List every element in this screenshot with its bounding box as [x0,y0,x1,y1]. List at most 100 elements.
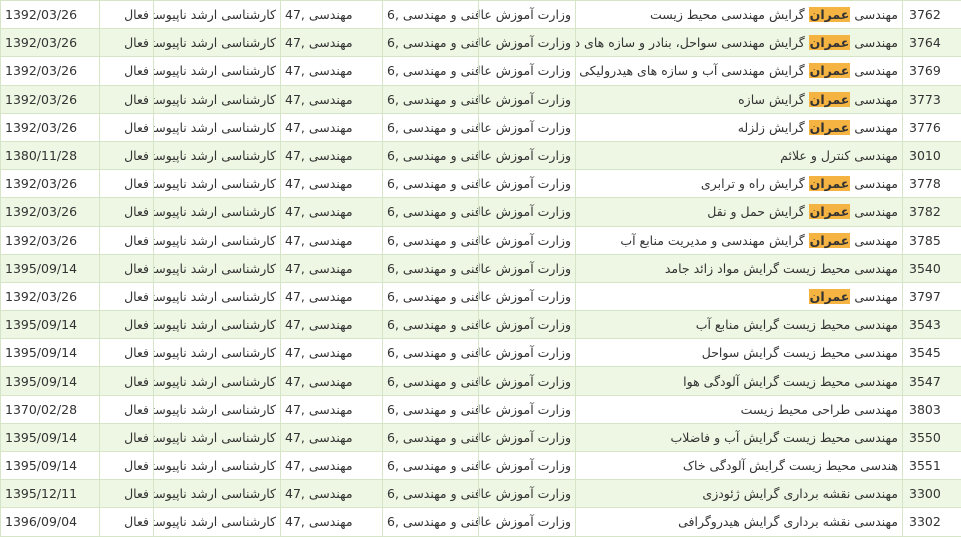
table-row[interactable]: 1392/03/26فعالکارشناسی ارشد ناپیوسته عمر… [1,170,961,198]
major-code-cell: 3010 [903,141,961,169]
major-name-cell: مهندسی کنترل و علائم [576,141,903,169]
table-row[interactable]: 1395/09/14فعالکارشناسی ارشد ناپیوسته عمر… [1,339,961,367]
status-cell: فعال [100,226,154,254]
table-row[interactable]: 1396/09/04فعالکارشناسی ارشد ناپیوسته عمر… [1,508,961,536]
highlight-word: عمران [809,204,851,219]
degree-cell: کارشناسی ارشد ناپیوسته عمران [154,452,281,480]
table-row[interactable]: 1380/11/28فعالکارشناسی ارشد ناپیوسته عمر… [1,141,961,169]
degree-text: کارشناسی ارشد ناپیوسته [154,92,277,107]
table-row[interactable]: 1392/03/26فعالکارشناسی ارشد ناپیوسته عمر… [1,1,961,29]
approval-date-cell: 1370/02/28 [1,395,100,423]
status-cell: فعال [100,311,154,339]
table-row[interactable]: 1370/02/28فعالکارشناسی ارشد ناپیوسته عمر… [1,395,961,423]
approval-date-cell: 1392/03/26 [1,1,100,29]
table-row[interactable]: 1392/03/26فعالکارشناسی ارشد ناپیوسته عمر… [1,85,961,113]
major-name-cell: مهندسی محیط زیست گرایش آب و فاضلاب [576,423,903,451]
degree-cell: کارشناسی ارشد ناپیوسته عمران [154,480,281,508]
status-cell: فعال [100,1,154,29]
ministry-cell: وزارت آموزش عالی [479,452,576,480]
degree-text: کارشناسی ارشد ناپیوسته [154,176,277,191]
major-name-cell: مهندسی عمران گرایش سازه [576,85,903,113]
approval-date-cell: 1395/09/14 [1,311,100,339]
major-name-cell: مهندسی عمران گرایش زلزله [576,113,903,141]
ministry-cell: وزارت آموزش عالی [479,113,576,141]
table-row[interactable]: 1395/09/14فعالکارشناسی ارشد ناپیوسته عمر… [1,423,961,451]
field-cell: 6, فنی و مهندسی [383,339,479,367]
field-cell: 6, فنی و مهندسی [383,141,479,169]
major-name-suffix: گرایش سازه [738,92,805,107]
status-cell: فعال [100,29,154,57]
major-name-text: مهندسی [854,176,898,191]
table-row[interactable]: 1395/09/14فعالکارشناسی ارشد ناپیوسته عمر… [1,311,961,339]
status-cell: فعال [100,339,154,367]
major-code-cell: 3300 [903,480,961,508]
table-row[interactable]: 1392/03/26فعالکارشناسی ارشد ناپیوسته عمر… [1,226,961,254]
field-cell: 6, فنی و مهندسی [383,85,479,113]
degree-cell: کارشناسی ارشد ناپیوسته عمران [154,226,281,254]
degree-text: کارشناسی ارشد ناپیوسته [154,458,277,473]
field-cell: 6, فنی و مهندسی [383,423,479,451]
group-cell: 47, مهندسی [281,113,383,141]
approval-date-cell: 1392/03/26 [1,85,100,113]
major-code-cell: 3762 [903,1,961,29]
table-row[interactable]: 1395/12/11فعالکارشناسی ارشد ناپیوسته عمر… [1,480,961,508]
status-cell: فعال [100,395,154,423]
major-name-cell: مهندسی محیط زیست گرایش مواد زائد جامد [576,254,903,282]
ministry-cell: وزارت آموزش عالی [479,367,576,395]
ministry-cell: وزارت آموزش عالی [479,254,576,282]
degree-cell: کارشناسی ارشد ناپیوسته عمران [154,113,281,141]
major-code-cell: 3550 [903,423,961,451]
ministry-cell: وزارت آموزش عالی [479,85,576,113]
ministry-cell: وزارت آموزش عالی [479,311,576,339]
degree-cell: کارشناسی ارشد ناپیوسته عمران [154,423,281,451]
table-row[interactable]: 1395/09/14فعالکارشناسی ارشد ناپیوسته عمر… [1,452,961,480]
major-name-text: مهندسی نقشه برداری گرایش ژئودزی [702,486,898,501]
highlight-word: عمران [809,233,851,248]
major-name-cell: مهندسی محیط زیست گرایش سواحل [576,339,903,367]
degree-text: کارشناسی ارشد ناپیوسته [154,430,277,445]
status-cell: فعال [100,57,154,85]
major-name-suffix: گرایش راه و ترابری [701,176,805,191]
table-row[interactable]: 1395/09/14فعالکارشناسی ارشد ناپیوسته عمر… [1,254,961,282]
major-name-cell: مهندسی عمران گرایش حمل و نقل [576,198,903,226]
major-name-cell: مهندسی عمران گرایش مهندسی سواحل، بنادر و… [576,29,903,57]
major-name-suffix: گرایش مهندسی محیط زیست [650,7,805,22]
degree-cell: کارشناسی ارشد ناپیوسته عمران [154,1,281,29]
table-row[interactable]: 1392/03/26فعالکارشناسی ارشد ناپیوسته عمر… [1,113,961,141]
approval-date-cell: 1396/09/04 [1,508,100,536]
table-row[interactable]: 1392/03/26فعالکارشناسی ارشد ناپیوسته عمر… [1,198,961,226]
group-cell: 47, مهندسی [281,282,383,310]
degree-text: کارشناسی ارشد ناپیوسته [154,7,277,22]
major-code-cell: 3540 [903,254,961,282]
major-code-cell: 3785 [903,226,961,254]
approval-date-cell: 1392/03/26 [1,226,100,254]
approval-date-cell: 1395/09/14 [1,254,100,282]
degree-text: کارشناسی ارشد ناپیوسته [154,204,277,219]
table-row[interactable]: 1392/03/26فعالکارشناسی ارشد ناپیوسته عمر… [1,57,961,85]
major-name-suffix: گرایش مهندسی آب و سازه های هیدرولیکی [579,63,805,78]
major-name-suffix: گرایش حمل و نقل [707,204,804,219]
major-name-cell: مهندسی نقشه برداری گرایش ژئودزی [576,480,903,508]
table-row[interactable]: 1392/03/26فعالکارشناسی ارشد ناپیوسته عمر… [1,282,961,310]
approval-date-cell: 1392/03/26 [1,113,100,141]
ministry-cell: وزارت آموزش عالی [479,480,576,508]
degree-text: کارشناسی ارشد ناپیوسته [154,148,277,163]
major-name-text: مهندسی [854,120,898,135]
highlight-word: عمران [809,7,851,22]
field-cell: 6, فنی و مهندسی [383,29,479,57]
status-cell: فعال [100,452,154,480]
approval-date-cell: 1380/11/28 [1,141,100,169]
major-name-cell: مهندسی طراحی محیط زیست [576,395,903,423]
group-cell: 47, مهندسی [281,339,383,367]
ministry-cell: وزارت آموزش عالی [479,226,576,254]
degree-text: کارشناسی ارشد ناپیوسته [154,289,277,304]
major-name-text: مهندسی محیط زیست گرایش منابع آب [696,317,898,332]
group-cell: 47, مهندسی [281,367,383,395]
degree-text: کارشناسی ارشد ناپیوسته [154,345,277,360]
degree-text: کارشناسی ارشد ناپیوسته [154,486,277,501]
major-code-cell: 3764 [903,29,961,57]
status-cell: فعال [100,423,154,451]
major-code-cell: 3547 [903,367,961,395]
table-row[interactable]: 1392/03/26فعالکارشناسی ارشد ناپیوسته عمر… [1,29,961,57]
table-row[interactable]: 1395/09/14فعالکارشناسی ارشد ناپیوسته عمر… [1,367,961,395]
